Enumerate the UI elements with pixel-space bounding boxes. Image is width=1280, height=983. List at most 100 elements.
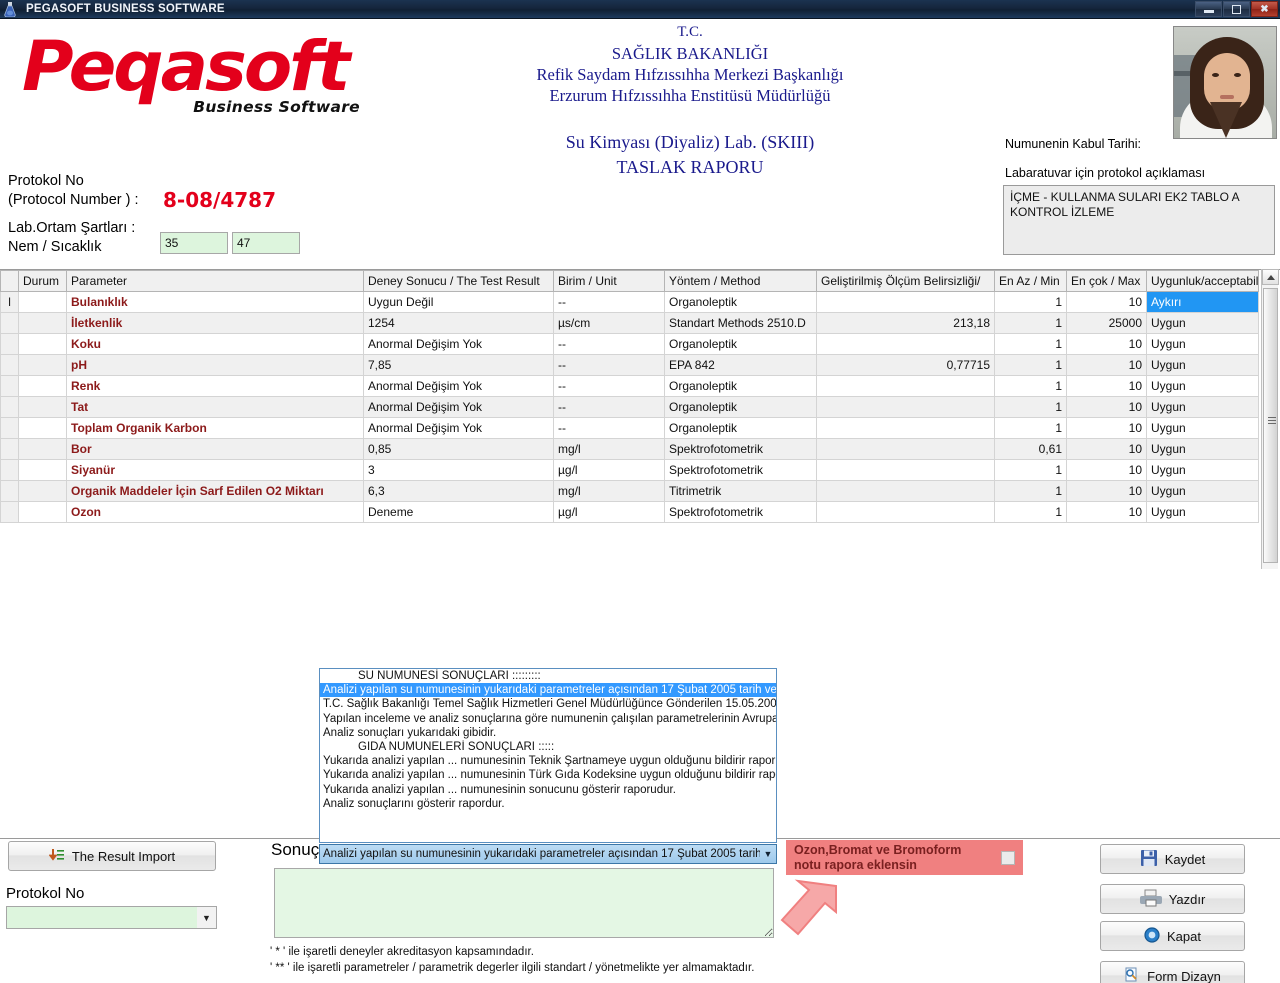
cell-uncertainty[interactable] <box>816 333 995 355</box>
cell-test-result[interactable]: Anormal Değişim Yok <box>363 375 554 397</box>
cell-acceptability[interactable]: Uygun <box>1146 438 1259 460</box>
col-uncertainty[interactable]: Geliştirilmiş Ölçüm Belirsizliği/ <box>816 270 995 292</box>
cell-method[interactable]: Organoleptik <box>664 417 817 439</box>
col-rowmarker[interactable] <box>0 270 19 292</box>
cell-durum[interactable] <box>18 417 67 439</box>
cell-unit[interactable]: µs/cm <box>553 312 665 334</box>
cell-parameter[interactable]: pH <box>66 354 364 376</box>
cell-max[interactable]: 10 <box>1066 417 1147 439</box>
save-button[interactable]: Kaydet <box>1100 844 1245 874</box>
cell-unit[interactable]: -- <box>553 396 665 418</box>
cell-unit[interactable]: µg/l <box>553 501 665 523</box>
col-test-result[interactable]: Deney Sonucu / The Test Result <box>363 270 554 292</box>
cell-parameter[interactable]: Tat <box>66 396 364 418</box>
cell-uncertainty[interactable]: 213,18 <box>816 312 995 334</box>
cell-acceptability[interactable]: Uygun <box>1146 354 1259 376</box>
dropdown-list-item[interactable]: Yukarıda analizi yapılan ... numunesinin… <box>320 754 776 768</box>
cell-test-result[interactable]: Uygun Değil <box>363 291 554 313</box>
cell-method[interactable]: Organoleptik <box>664 291 817 313</box>
result-import-button[interactable]: The Result Import <box>8 841 216 871</box>
row-marker[interactable] <box>0 354 19 376</box>
cell-min[interactable]: 1 <box>994 291 1067 313</box>
table-row[interactable]: Tat Anormal Değişim Yok -- Organoleptik 1 10 U… <box>0 396 1259 418</box>
cell-unit[interactable]: mg/l <box>553 480 665 502</box>
cell-max[interactable]: 10 <box>1066 291 1147 313</box>
cell-parameter[interactable]: Ozon <box>66 501 364 523</box>
cell-durum[interactable] <box>18 291 67 313</box>
maximize-button[interactable] <box>1223 1 1250 17</box>
cell-test-result[interactable]: 1254 <box>363 312 554 334</box>
cell-max[interactable]: 10 <box>1066 438 1147 460</box>
table-row[interactable]: Ozon Deneme µg/l Spektrofotometrik 1 10 Uygun <box>0 501 1259 523</box>
table-row[interactable]: I Bulanıklık Uygun Değil -- Organoleptik 1 10 A… <box>0 291 1259 313</box>
cell-max[interactable]: 10 <box>1066 396 1147 418</box>
cell-acceptability[interactable]: Uygun <box>1146 459 1259 481</box>
cell-unit[interactable]: -- <box>553 291 665 313</box>
cell-min[interactable]: 1 <box>994 480 1067 502</box>
table-row[interactable]: Renk Anormal Değişim Yok -- Organoleptik 1 10… <box>0 375 1259 397</box>
cell-max[interactable]: 10 <box>1066 354 1147 376</box>
cell-method[interactable]: Spektrofotometrik <box>664 459 817 481</box>
cell-method[interactable]: Spektrofotometrik <box>664 501 817 523</box>
cell-method[interactable]: Organoleptik <box>664 396 817 418</box>
dropdown-list-item[interactable]: Yukarıda analizi yapılan ... numunesinin… <box>320 783 776 797</box>
cell-max[interactable]: 10 <box>1066 459 1147 481</box>
table-row[interactable]: İletkenlik 1254 µs/cm Standart Methods 2510… <box>0 312 1259 334</box>
cell-acceptability[interactable]: Uygun <box>1146 501 1259 523</box>
cell-test-result[interactable]: 6,3 <box>363 480 554 502</box>
cell-test-result[interactable]: Anormal Değişim Yok <box>363 417 554 439</box>
cell-unit[interactable]: µg/l <box>553 459 665 481</box>
cell-uncertainty[interactable] <box>816 459 995 481</box>
dropdown-list-item[interactable]: Yukarıda analizi yapılan ... numunesinin… <box>320 768 776 782</box>
cell-parameter[interactable]: Bulanıklık <box>66 291 364 313</box>
cell-max[interactable]: 10 <box>1066 480 1147 502</box>
cell-method[interactable]: Standart Methods 2510.D <box>664 312 817 334</box>
cell-uncertainty[interactable] <box>816 396 995 418</box>
cell-uncertainty[interactable] <box>816 501 995 523</box>
scroll-up-icon[interactable] <box>1262 269 1279 285</box>
cell-durum[interactable] <box>18 501 67 523</box>
cell-acceptability[interactable]: Uygun <box>1146 417 1259 439</box>
cell-unit[interactable]: -- <box>553 417 665 439</box>
cell-method[interactable]: Organoleptik <box>664 375 817 397</box>
cell-acceptability[interactable]: Uygun <box>1146 312 1259 334</box>
chevron-down-icon[interactable]: ▼ <box>197 907 216 928</box>
col-method[interactable]: Yöntem / Method <box>664 270 817 292</box>
row-marker[interactable] <box>0 459 19 481</box>
cell-acceptability[interactable]: Uygun <box>1146 480 1259 502</box>
cell-parameter[interactable]: Bor <box>66 438 364 460</box>
cell-max[interactable]: 25000 <box>1066 312 1147 334</box>
cell-method[interactable]: EPA 842 <box>664 354 817 376</box>
dropdown-list-item[interactable]: SU NUMUNESİ SONUÇLARI ::::::::: <box>320 669 776 683</box>
row-marker[interactable] <box>0 501 19 523</box>
row-marker[interactable] <box>0 375 19 397</box>
row-marker[interactable] <box>0 417 19 439</box>
cell-uncertainty[interactable] <box>816 375 995 397</box>
cell-method[interactable]: Titrimetrik <box>664 480 817 502</box>
cell-acceptability[interactable]: Uygun <box>1146 375 1259 397</box>
cell-test-result[interactable]: Deneme <box>363 501 554 523</box>
row-marker[interactable] <box>0 396 19 418</box>
cell-parameter[interactable]: Organik Maddeler İçin Sarf Edilen O2 Mik… <box>66 480 364 502</box>
cell-unit[interactable]: -- <box>553 333 665 355</box>
print-button[interactable]: Yazdır <box>1100 884 1245 914</box>
cell-uncertainty[interactable] <box>816 438 995 460</box>
cell-test-result[interactable]: Anormal Değişim Yok <box>363 333 554 355</box>
minimize-button[interactable] <box>1195 1 1222 17</box>
cell-parameter[interactable]: Toplam Organik Karbon <box>66 417 364 439</box>
cell-unit[interactable]: mg/l <box>553 438 665 460</box>
cell-acceptability[interactable]: Uygun <box>1146 333 1259 355</box>
cell-min[interactable]: 1 <box>994 459 1067 481</box>
cell-method[interactable]: Organoleptik <box>664 333 817 355</box>
col-unit[interactable]: Birim / Unit <box>553 270 665 292</box>
col-durum[interactable]: Durum <box>18 270 67 292</box>
cell-parameter[interactable]: Koku <box>66 333 364 355</box>
cell-test-result[interactable]: Anormal Değişim Yok <box>363 396 554 418</box>
cell-durum[interactable] <box>18 459 67 481</box>
dropdown-list-item[interactable]: Analiz sonuçları yukarıdaki gibidir. <box>320 726 776 740</box>
cell-uncertainty[interactable]: 0,77715 <box>816 354 995 376</box>
col-max[interactable]: En çok / Max <box>1066 270 1147 292</box>
row-marker[interactable] <box>0 312 19 334</box>
cell-durum[interactable] <box>18 396 67 418</box>
cell-min[interactable]: 1 <box>994 375 1067 397</box>
